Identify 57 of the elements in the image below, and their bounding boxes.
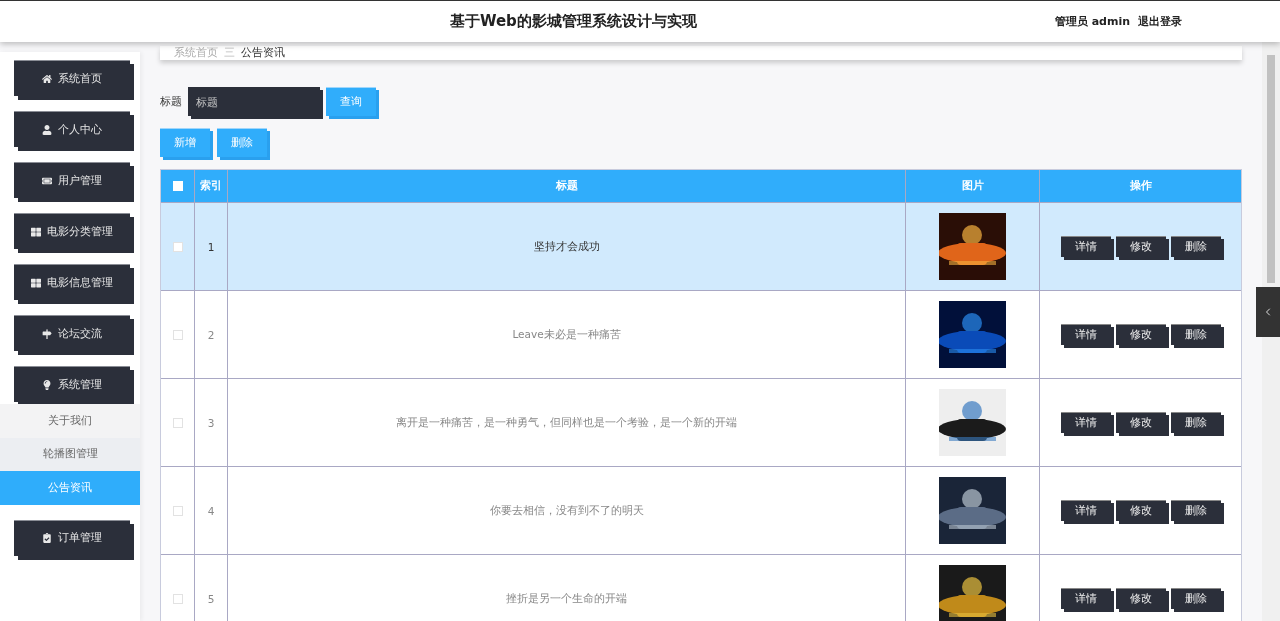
delete-button[interactable]: 删除 (1170, 412, 1221, 433)
select-all-checkbox[interactable] (172, 181, 183, 191)
delete-button[interactable]: 删除 (1170, 324, 1221, 345)
row-checkbox[interactable] (172, 505, 183, 516)
table-cell: 3 (207, 416, 215, 429)
user-icon (42, 124, 52, 135)
row-checkbox[interactable] (172, 593, 183, 604)
lightbulb-icon (42, 379, 52, 390)
breadcrumb-current: 公告资讯 (241, 46, 285, 60)
grid-icon (31, 226, 41, 237)
row-checkbox[interactable] (172, 329, 183, 340)
collapse-tab[interactable] (1256, 287, 1280, 337)
edit-button[interactable]: 修改 (1115, 324, 1166, 345)
details-button[interactable]: 详情 (1060, 236, 1111, 257)
table-row[interactable]: 1 坚持才会成功 详情 修改 删除 (161, 203, 1241, 291)
table-cell: Leave未必是一种痛苦 (512, 327, 621, 342)
clipboard-icon (42, 533, 52, 543)
site-title: 基于Web的影城管理系统设计与实现 (448, 12, 698, 31)
scrollbar-thumb[interactable] (1267, 55, 1275, 283)
column-header: 操作 (1129, 179, 1152, 193)
edit-button[interactable]: 修改 (1115, 500, 1166, 521)
table-cell: 离开是一种痛苦，是一种勇气，但同样也是一个考验，是一个新的开端 (396, 415, 737, 430)
delete-button[interactable]: 删除 (1170, 588, 1221, 609)
details-button[interactable]: 详情 (1060, 412, 1111, 433)
ticket-icon (42, 175, 52, 186)
table-cell: 挫折是另一个生命的开端 (506, 591, 627, 606)
row-checkbox[interactable] (172, 241, 183, 252)
table-row[interactable]: 3 离开是一种痛苦，是一种勇气，但同样也是一个考验，是一个新的开端 详情 修改 删除 (161, 379, 1241, 467)
search-field[interactable]: 标题 (188, 87, 320, 116)
column-header: 标题 (555, 179, 578, 193)
grid-icon (31, 277, 41, 288)
row-checkbox[interactable] (172, 417, 183, 428)
table-row[interactable]: 2 Leave未必是一种痛苦 详情 修改 删除 (161, 291, 1241, 379)
edit-button[interactable]: 修改 (1115, 236, 1166, 257)
edit-button[interactable]: 修改 (1115, 412, 1166, 433)
table-cell: 2 (207, 328, 215, 341)
details-button[interactable]: 详情 (1060, 500, 1111, 521)
field-label: 标题 (160, 94, 182, 109)
submenu-item[interactable]: 轮播图管理 (0, 437, 140, 471)
table-row[interactable]: 4 你要去相信，没有到不了的明天 详情 修改 删除 (161, 467, 1241, 555)
table-cell: 4 (207, 504, 215, 517)
delete-button[interactable]: 删除 (1170, 236, 1221, 257)
logout-link[interactable]: 退出登录 (1138, 14, 1182, 29)
signpost-icon (42, 328, 52, 339)
table-cell: 5 (207, 592, 215, 605)
table-cell: 坚持才会成功 (533, 239, 600, 254)
column-header: 图片 (961, 179, 984, 193)
delete-button[interactable]: 删除 (1170, 500, 1221, 521)
details-button[interactable]: 详情 (1060, 324, 1111, 345)
table-cell: 你要去相信，没有到不了的明天 (489, 503, 644, 518)
home-icon (42, 73, 52, 84)
details-button[interactable]: 详情 (1060, 588, 1111, 609)
column-header: 索引 (200, 179, 222, 193)
table-cell: 1 (207, 240, 215, 253)
user-label: 管理员 admin (1054, 14, 1130, 29)
edit-button[interactable]: 修改 (1115, 588, 1166, 609)
submenu-item[interactable]: 关于我们 (0, 404, 140, 438)
